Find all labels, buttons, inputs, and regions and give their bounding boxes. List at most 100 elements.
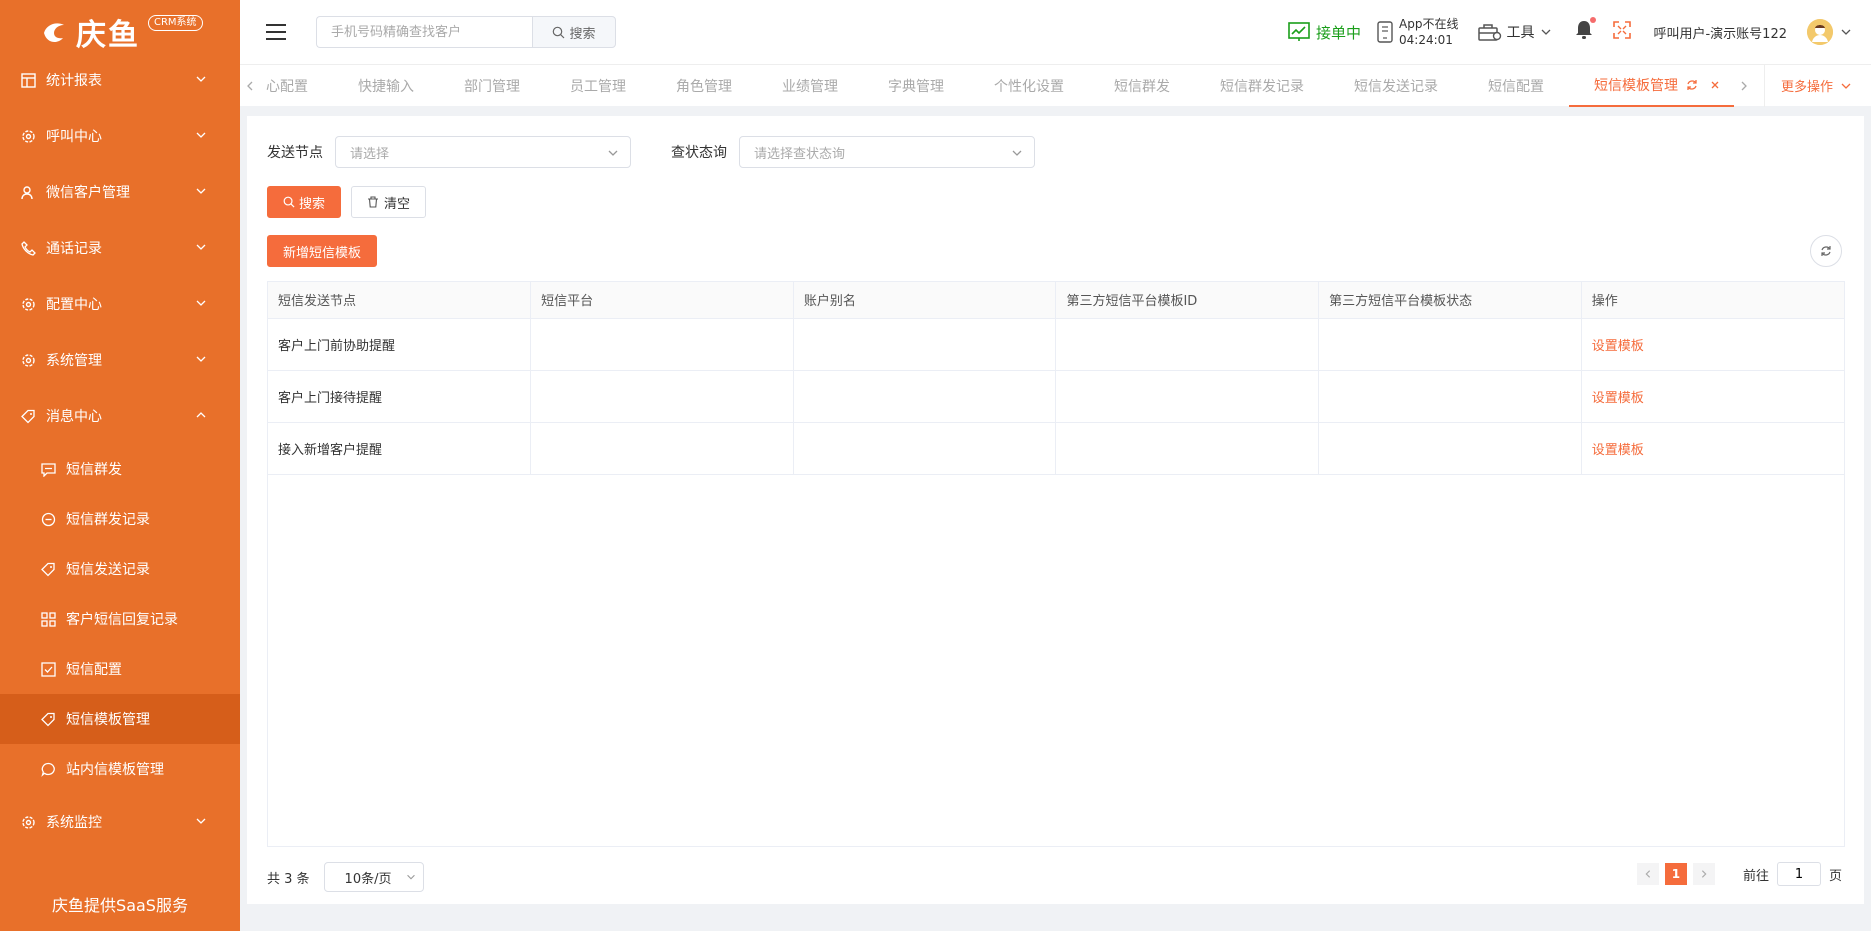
sidebar: 庆鱼 CRM系统 统计报表 呼叫中心 微信客户管理 通话记录 配置中心 系统管理… (0, 0, 240, 931)
customer-search-button[interactable]: 搜索 (532, 16, 616, 48)
user-icon (20, 184, 36, 200)
tab-personalization[interactable]: 个性化设置 (969, 65, 1089, 107)
tab-roles[interactable]: 角色管理 (651, 65, 757, 107)
set-template-link[interactable]: 设置模板 (1592, 339, 1644, 354)
user-name[interactable]: 呼叫用户-演示账号122 (1653, 23, 1787, 42)
sidebar-sub-sms-send-records[interactable]: 短信发送记录 (0, 544, 240, 594)
goto-page: 前往 页 (1743, 862, 1842, 886)
chevron-up-icon (196, 412, 206, 418)
sidebar-sub-label: 短信模板管理 (66, 712, 150, 728)
column-header: 操作 (1581, 282, 1844, 319)
gear-icon (20, 296, 36, 312)
customer-search: 搜索 (316, 16, 616, 48)
goto-page-input[interactable] (1776, 862, 1821, 886)
sidebar-sub-sms-broadcast[interactable]: 短信群发 (0, 444, 240, 494)
sidebar-item-label: 系统监控 (46, 815, 102, 831)
query-status-select[interactable]: 请选择查状态询 (739, 136, 1035, 168)
chevron-down-icon (1841, 83, 1851, 89)
prev-page-button[interactable] (1636, 863, 1659, 885)
app-status-time: 04:24:01 (1399, 33, 1453, 47)
chevron-right-icon (1701, 870, 1707, 878)
tab-scroll-left[interactable] (240, 80, 260, 92)
cell-node: 客户上门前协助提醒 (268, 318, 532, 371)
sidebar-item-label: 呼叫中心 (46, 129, 102, 145)
table-refresh-button[interactable] (1810, 235, 1842, 267)
tab-sms-template-management[interactable]: 短信模板管理 (1569, 65, 1734, 107)
tag-icon (40, 561, 56, 577)
goto-label: 前往 (1742, 868, 1769, 884)
set-template-link[interactable]: 设置模板 (1592, 391, 1644, 406)
cell-node: 客户上门接待提醒 (268, 370, 532, 423)
chevron-down-icon (196, 188, 206, 194)
chevron-down-icon (196, 244, 206, 250)
top-header: 搜索 接单中 App不在线 04:24:01 工具 呼叫用户-演示账号122 (240, 0, 1871, 64)
page-size-select[interactable]: 10条/页 (323, 862, 424, 892)
sidebar-item-label: 微信客户管理 (46, 185, 130, 201)
sidebar-sub-sms-template-management[interactable]: 短信模板管理 (0, 694, 240, 744)
sidebar-item-config-center[interactable]: 配置中心 (0, 276, 240, 332)
gear-icon (20, 128, 36, 144)
sidebar-item-stats[interactable]: 统计报表 (0, 52, 240, 108)
search-button[interactable]: 搜索 (267, 186, 342, 218)
sidebar-sub-label: 短信发送记录 (66, 562, 150, 578)
tab-dictionary[interactable]: 字典管理 (863, 65, 969, 107)
tools-label: 工具 (1506, 25, 1535, 41)
sidebar-sub-sms-broadcast-records[interactable]: 短信群发记录 (0, 494, 240, 544)
sidebar-sub-sms-reply-records[interactable]: 客户短信回复记录 (0, 594, 240, 644)
set-template-link[interactable]: 设置模板 (1592, 443, 1644, 458)
tab-list: 心配置 快捷输入 部门管理 员工管理 角色管理 业绩管理 字典管理 个性化设置 … (260, 65, 1734, 107)
cell-template-status (1318, 422, 1582, 475)
next-page-button[interactable] (1692, 863, 1715, 885)
goto-suffix: 页 (1828, 868, 1842, 884)
grid-icon (40, 611, 56, 627)
tab-departments[interactable]: 部门管理 (439, 65, 545, 107)
brand-name: 庆鱼 (76, 18, 140, 53)
tab-config-center[interactable]: 心配置 (260, 65, 333, 107)
sidebar-sub-sms-config[interactable]: 短信配置 (0, 644, 240, 694)
table-row: 客户上门接待提醒 设置模板 (268, 370, 1844, 423)
sidebar-item-call-records[interactable]: 通话记录 (0, 220, 240, 276)
sidebar-item-label: 通话记录 (46, 241, 102, 257)
minus-circle-icon (40, 511, 56, 527)
total-count: 共 3 条 (267, 871, 310, 887)
avatar[interactable] (1807, 19, 1833, 45)
query-status-label: 查状态询 (671, 145, 727, 161)
sidebar-sub-inbox-template-management[interactable]: 站内信模板管理 (0, 744, 240, 794)
tab-sms-broadcast-records[interactable]: 短信群发记录 (1195, 65, 1329, 107)
notifications[interactable] (1575, 17, 1597, 44)
tab-sms-broadcast[interactable]: 短信群发 (1089, 65, 1195, 107)
order-status-label: 接单中 (1316, 23, 1362, 42)
refresh-icon[interactable] (1686, 79, 1698, 91)
sidebar-footer: 庆鱼提供SaaS服务 (52, 896, 188, 915)
more-operations-dropdown[interactable]: 更多操作 (1763, 64, 1871, 107)
search-button-label: 搜索 (569, 26, 596, 42)
clear-button[interactable]: 清空 (351, 186, 427, 218)
fullscreen-button[interactable] (1613, 21, 1632, 43)
clear-button-label: 清空 (384, 196, 411, 212)
hamburger-menu-icon[interactable] (266, 24, 286, 40)
tab-quick-input[interactable]: 快捷输入 (333, 65, 439, 107)
close-icon[interactable] (1710, 80, 1720, 90)
search-button-label: 搜索 (299, 196, 326, 212)
tab-sms-send-records[interactable]: 短信发送记录 (1329, 65, 1463, 107)
page-number-current[interactable]: 1 (1664, 863, 1687, 885)
query-status-placeholder: 请选择查状态询 (754, 146, 846, 162)
send-node-select[interactable]: 请选择 (335, 136, 631, 168)
sidebar-item-wechat-customers[interactable]: 微信客户管理 (0, 164, 240, 220)
gear-icon (20, 352, 36, 368)
tab-sms-config[interactable]: 短信配置 (1463, 65, 1569, 107)
sidebar-item-system-monitor[interactable]: 系统监控 (0, 794, 240, 850)
add-sms-template-button[interactable]: 新增短信模板 (267, 235, 378, 267)
sidebar-item-message-center[interactable]: 消息中心 (0, 388, 240, 444)
tab-scroll-right[interactable] (1734, 80, 1754, 92)
sidebar-item-call-center[interactable]: 呼叫中心 (0, 108, 240, 164)
sidebar-item-system-admin[interactable]: 系统管理 (0, 332, 240, 388)
order-status[interactable]: 接单中 (1288, 22, 1361, 43)
sidebar-sub-label: 客户短信回复记录 (66, 612, 178, 628)
tab-employees[interactable]: 员工管理 (545, 65, 651, 107)
chevron-down-icon[interactable] (1839, 25, 1853, 39)
tab-performance[interactable]: 业绩管理 (757, 65, 863, 107)
tools-dropdown[interactable]: 工具 (1478, 22, 1553, 42)
customer-search-input[interactable] (316, 16, 532, 48)
gear-icon (20, 814, 36, 830)
